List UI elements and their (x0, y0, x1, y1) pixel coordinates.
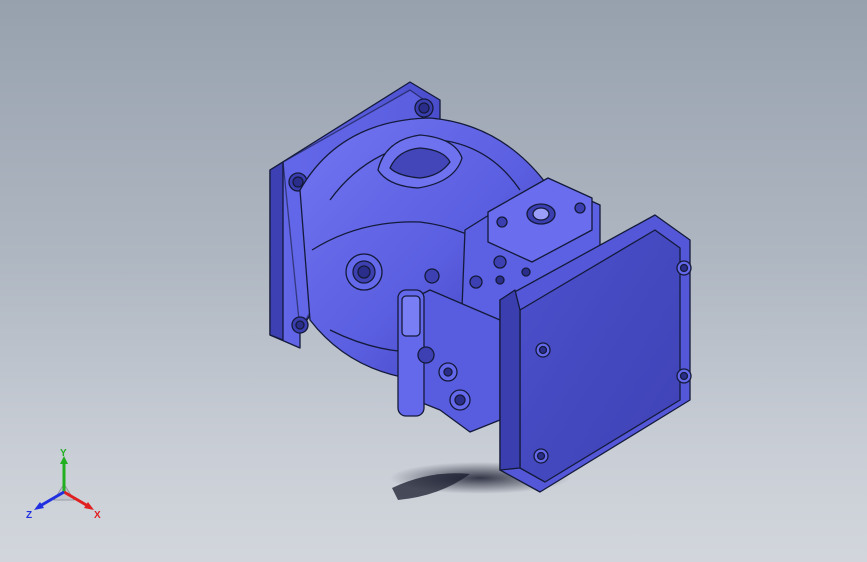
graphics-viewport[interactable]: Y X Z (0, 0, 867, 562)
y-axis-label: Y (60, 448, 67, 459)
z-axis-label: Z (26, 510, 32, 521)
axis-triad[interactable]: Y X Z (24, 448, 104, 524)
x-axis-label: X (94, 510, 101, 521)
hydraulic-pump-model[interactable] (0, 0, 867, 562)
